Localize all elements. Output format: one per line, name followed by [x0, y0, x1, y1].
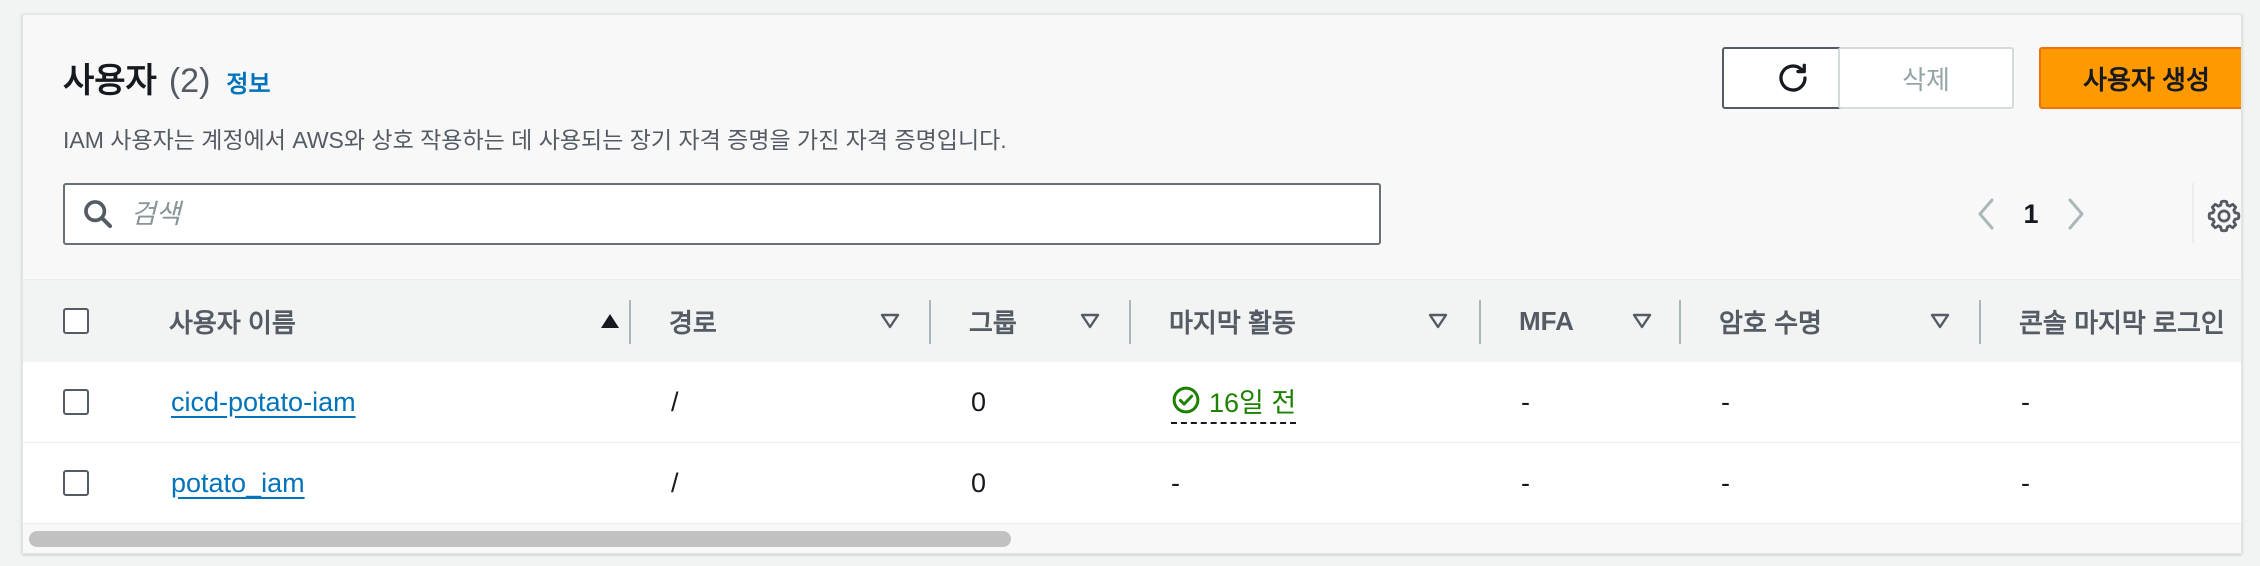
check-circle-icon: [1172, 386, 1200, 414]
user-count: (2): [168, 62, 211, 100]
pagination: 1: [1971, 191, 2091, 237]
column-label: 암호 수명: [1719, 307, 1822, 338]
sort-caret-down-icon: [879, 312, 901, 330]
column-label: 사용자 이름: [169, 307, 296, 338]
search-icon: [84, 200, 113, 229]
password-age-cell: -: [1721, 467, 1730, 498]
row-checkbox[interactable]: [63, 389, 89, 415]
scrollbar-thumb[interactable]: [29, 531, 1011, 547]
column-resize-handle[interactable]: [1479, 300, 1481, 344]
column-label: 콘솔 마지막 로그인: [2019, 307, 2225, 338]
table-row: cicd-potato-iam / 0 16일 전 - - -: [23, 362, 2241, 443]
chevron-left-icon: [1978, 198, 1994, 230]
column-header-mfa[interactable]: MFA: [1519, 280, 1679, 362]
column-label: 마지막 활동: [1169, 307, 1296, 338]
column-resize-handle[interactable]: [1979, 300, 1981, 344]
last-activity-cell: -: [1171, 467, 1180, 498]
current-page[interactable]: 1: [2001, 199, 2061, 230]
user-name-link[interactable]: potato_iam: [171, 468, 305, 499]
users-panel: 사용자 (2) 정보 IAM 사용자는 계정에서 AWS와 상호 작용하는 데 …: [22, 14, 2242, 554]
column-resize-handle[interactable]: [1129, 300, 1131, 344]
console-last-login-cell: -: [2021, 467, 2030, 498]
mfa-cell: -: [1521, 467, 1530, 498]
groups-cell: 0: [971, 467, 987, 498]
column-header-console-last-login[interactable]: 콘솔 마지막 로그인: [2019, 280, 2241, 362]
settings-gear-icon[interactable]: [2205, 197, 2242, 235]
last-activity-text: 16일 전: [1209, 387, 1297, 418]
page-title: 사용자: [63, 62, 157, 100]
column-header-password-age[interactable]: 암호 수명: [1719, 280, 1979, 362]
table-header: 사용자 이름 경로 그룹 마지막 활동 MFA 암호 수명 콘솔 마지막 로그인: [23, 279, 2241, 363]
refresh-icon: [1778, 63, 1807, 92]
column-resize-handle[interactable]: [929, 300, 931, 344]
column-header-user-name[interactable]: 사용자 이름: [169, 280, 629, 362]
delete-button[interactable]: 삭제: [1838, 47, 2014, 109]
info-link[interactable]: 정보: [226, 64, 270, 99]
mfa-cell: -: [1521, 386, 1530, 417]
next-page-button[interactable]: [2061, 191, 2091, 237]
panel-header: 사용자 (2) 정보: [63, 53, 271, 102]
column-header-path[interactable]: 경로: [669, 280, 929, 362]
column-header-groups[interactable]: 그룹: [969, 280, 1129, 362]
sort-caret-down-icon: [1929, 312, 1951, 330]
chevron-right-icon: [2068, 198, 2084, 230]
prev-page-button[interactable]: [1971, 191, 2001, 237]
last-activity-status[interactable]: 16일 전: [1171, 381, 1297, 424]
sort-ascending-icon: [599, 312, 621, 330]
console-last-login-cell: -: [2021, 386, 2030, 417]
column-label: 경로: [669, 307, 717, 338]
search-box: [63, 183, 1381, 245]
create-user-button[interactable]: 사용자 생성: [2039, 47, 2241, 109]
user-name-link[interactable]: cicd-potato-iam: [171, 387, 356, 418]
groups-cell: 0: [971, 386, 987, 417]
column-label: 그룹: [969, 307, 1017, 338]
sort-caret-down-icon: [1427, 312, 1449, 330]
column-header-last-activity[interactable]: 마지막 활동: [1169, 280, 1475, 362]
column-resize-handle[interactable]: [629, 300, 631, 344]
column-resize-handle[interactable]: [1679, 300, 1681, 344]
search-input[interactable]: [129, 197, 1333, 231]
table-row: potato_iam / 0 - - - -: [23, 443, 2241, 524]
pager-divider: [2192, 183, 2194, 243]
path-cell: /: [671, 386, 679, 417]
sort-caret-down-icon: [1079, 312, 1101, 330]
last-activity-cell: 16일 전: [1171, 362, 1297, 442]
path-cell: /: [671, 467, 679, 498]
column-label: MFA: [1519, 305, 1574, 336]
page-description: IAM 사용자는 계정에서 AWS와 상호 작용하는 데 사용되는 장기 자격 …: [63, 127, 1007, 153]
row-checkbox[interactable]: [63, 470, 89, 496]
select-all-checkbox[interactable]: [63, 308, 89, 334]
password-age-cell: -: [1721, 386, 1730, 417]
sort-caret-down-icon: [1631, 312, 1653, 330]
